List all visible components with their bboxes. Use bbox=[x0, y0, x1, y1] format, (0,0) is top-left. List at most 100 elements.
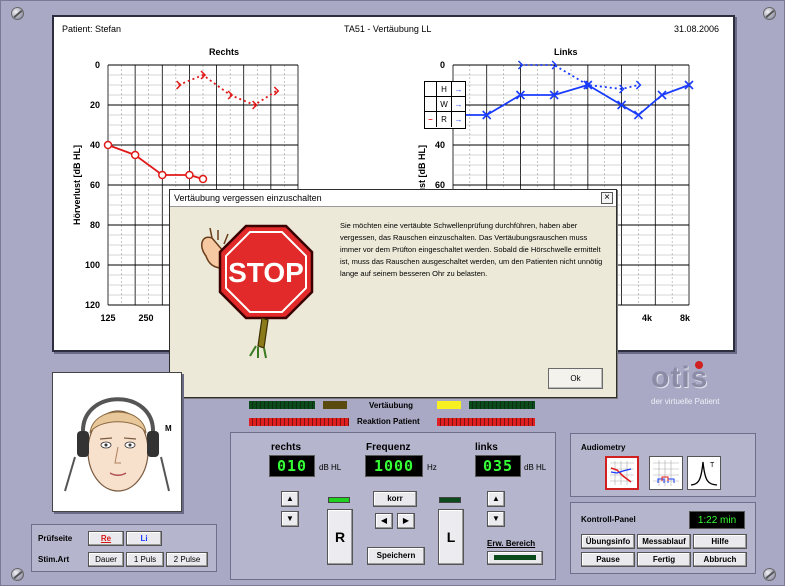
tympanometry-button[interactable]: T bbox=[687, 456, 721, 490]
legend-row-h: H → bbox=[425, 82, 465, 97]
links-level-display: 035 bbox=[475, 455, 521, 477]
links-down-button[interactable]: ▼ bbox=[487, 511, 505, 527]
fertig-button[interactable]: Fertig bbox=[637, 552, 691, 567]
screw-icon bbox=[763, 7, 776, 20]
dialog-title: Vertäubung vergessen einzuschalten bbox=[174, 193, 322, 203]
freq-right-button[interactable]: ▶ bbox=[397, 513, 415, 529]
ok-button[interactable]: Ok bbox=[548, 368, 603, 389]
rechts-up-button[interactable]: ▲ bbox=[281, 491, 299, 507]
erw-bereich-lamp bbox=[494, 555, 536, 560]
chart-title-left: Links bbox=[554, 47, 578, 57]
reaktion-bar-left bbox=[437, 418, 535, 426]
face-mark: M bbox=[165, 424, 172, 433]
abbruch-button[interactable]: Abbruch bbox=[693, 552, 747, 567]
grid-chart-icon bbox=[653, 460, 679, 486]
session-timer: 1:22 min bbox=[689, 511, 745, 529]
legend-row-r: – R → bbox=[425, 112, 465, 127]
legend-code: H bbox=[437, 82, 452, 96]
frequenz-unit: Hz bbox=[427, 463, 437, 472]
speichern-button[interactable]: Speichern bbox=[367, 547, 425, 565]
data-point-circle bbox=[130, 150, 140, 160]
data-point-circle bbox=[158, 170, 167, 180]
test-title: TA51 - Vertäubung LL bbox=[344, 24, 432, 34]
y-tick-label: 80 bbox=[90, 220, 100, 230]
links-label: links bbox=[475, 442, 498, 453]
reaktion-bar-right bbox=[249, 418, 349, 426]
freq-left-button[interactable]: ◀ bbox=[375, 513, 393, 529]
screw-icon bbox=[11, 568, 24, 581]
messablauf-button[interactable]: Messablauf bbox=[637, 534, 691, 549]
data-point-circle bbox=[198, 174, 208, 184]
legend-row-w: W → bbox=[425, 97, 465, 112]
legend-code: W bbox=[437, 97, 452, 111]
tone-audiogram-button[interactable] bbox=[605, 456, 639, 490]
li-button[interactable]: Li bbox=[126, 531, 162, 546]
patient-face-image: M bbox=[52, 372, 182, 512]
logo-dot-icon bbox=[695, 361, 703, 369]
pruefseite-panel: Prüfseite Re Li Stim.Art Dauer 1 Puls 2 … bbox=[31, 524, 217, 572]
y-axis-label: Hörverlust [dB HL] bbox=[72, 145, 82, 225]
audiometry-title: Audiometry bbox=[581, 443, 626, 452]
l-tone-button[interactable]: L bbox=[438, 509, 464, 565]
y-tick-label: 40 bbox=[435, 140, 445, 150]
otis-logo: otis der virtuelle Patient bbox=[651, 361, 741, 406]
vertaeubung-lamp-active bbox=[437, 401, 461, 409]
warning-dialog: Vertäubung vergessen einzuschalten × STO… bbox=[169, 189, 617, 398]
uebungsinfo-button[interactable]: Übungsinfo bbox=[581, 534, 635, 549]
pruefseite-label: Prüfseite bbox=[38, 534, 73, 543]
erw-bereich-label: Erw. Bereich bbox=[487, 539, 536, 548]
series-line bbox=[178, 73, 277, 107]
screw-icon bbox=[11, 7, 24, 20]
rechts-down-button[interactable]: ▼ bbox=[281, 511, 299, 527]
y-tick-label: 20 bbox=[90, 100, 100, 110]
x-tick-label: 250 bbox=[138, 313, 153, 323]
x-tick-label: 8k bbox=[680, 313, 691, 323]
dialog-titlebar: Vertäubung vergessen einzuschalten × bbox=[170, 190, 616, 207]
kontroll-panel: Kontroll-Panel 1:22 min Übungsinfo Messa… bbox=[570, 502, 756, 574]
audiometry-panel: Audiometry T bbox=[570, 433, 756, 497]
y-tick-label: 120 bbox=[85, 300, 100, 310]
data-point-circle bbox=[103, 140, 113, 150]
dauer-button[interactable]: Dauer bbox=[88, 552, 124, 567]
patient-name: Patient: Stefan bbox=[62, 24, 122, 34]
links-up-button[interactable]: ▲ bbox=[487, 491, 505, 507]
vertaeubung-level-right bbox=[249, 401, 315, 409]
vertaeubung-label: Vertäubung bbox=[369, 401, 414, 410]
arrow-right-icon: → bbox=[454, 115, 463, 124]
rechts-level-display: 010 bbox=[269, 455, 315, 477]
y-tick-label: 0 bbox=[95, 60, 100, 70]
rechts-label: rechts bbox=[271, 442, 302, 453]
y-tick-label: 40 bbox=[90, 140, 100, 150]
vertaeubung-level-left bbox=[469, 401, 535, 409]
stop-text: STOP bbox=[228, 257, 304, 288]
hilfe-button[interactable]: Hilfe bbox=[693, 534, 747, 549]
speech-audiogram-button[interactable] bbox=[649, 456, 683, 490]
rechts-unit: dB HL bbox=[319, 463, 342, 472]
close-icon[interactable]: × bbox=[601, 192, 613, 204]
x-tick-label: 4k bbox=[642, 313, 653, 323]
r-indicator-lamp bbox=[328, 497, 350, 503]
indicator-bars: Vertäubung Reaktion Patient bbox=[249, 401, 549, 429]
vertaeubung-lamp bbox=[323, 401, 347, 409]
y-tick-label: 60 bbox=[90, 180, 100, 190]
frequenz-label: Frequenz bbox=[366, 442, 411, 453]
data-point-circle bbox=[185, 170, 194, 180]
otis-app-window: Patient: Stefan TA51 - Vertäubung LL 31.… bbox=[0, 0, 785, 586]
screw-icon bbox=[763, 568, 776, 581]
legend-code: R bbox=[437, 112, 452, 127]
dialog-body: STOP Sie möchten eine vertäubte Schwelle… bbox=[170, 208, 616, 397]
erw-bereich-button[interactable] bbox=[487, 551, 543, 565]
stop-sign-icon: STOP bbox=[201, 224, 314, 359]
r-tone-button[interactable]: R bbox=[327, 509, 353, 565]
re-button[interactable]: Re bbox=[88, 531, 124, 546]
peak-curve-icon: T bbox=[690, 461, 718, 486]
pause-button[interactable]: Pause bbox=[581, 552, 635, 567]
one-puls-button[interactable]: 1 Puls bbox=[126, 552, 164, 567]
korr-button[interactable]: korr bbox=[373, 491, 417, 507]
l-indicator-lamp bbox=[439, 497, 461, 503]
kontroll-title: Kontroll-Panel bbox=[581, 515, 636, 524]
test-date: 31.08.2006 bbox=[674, 24, 720, 34]
audiogram-icon bbox=[610, 461, 634, 485]
two-pulse-button[interactable]: 2 Pulse bbox=[166, 552, 208, 567]
legend-box: H → W → – R → bbox=[424, 81, 466, 129]
